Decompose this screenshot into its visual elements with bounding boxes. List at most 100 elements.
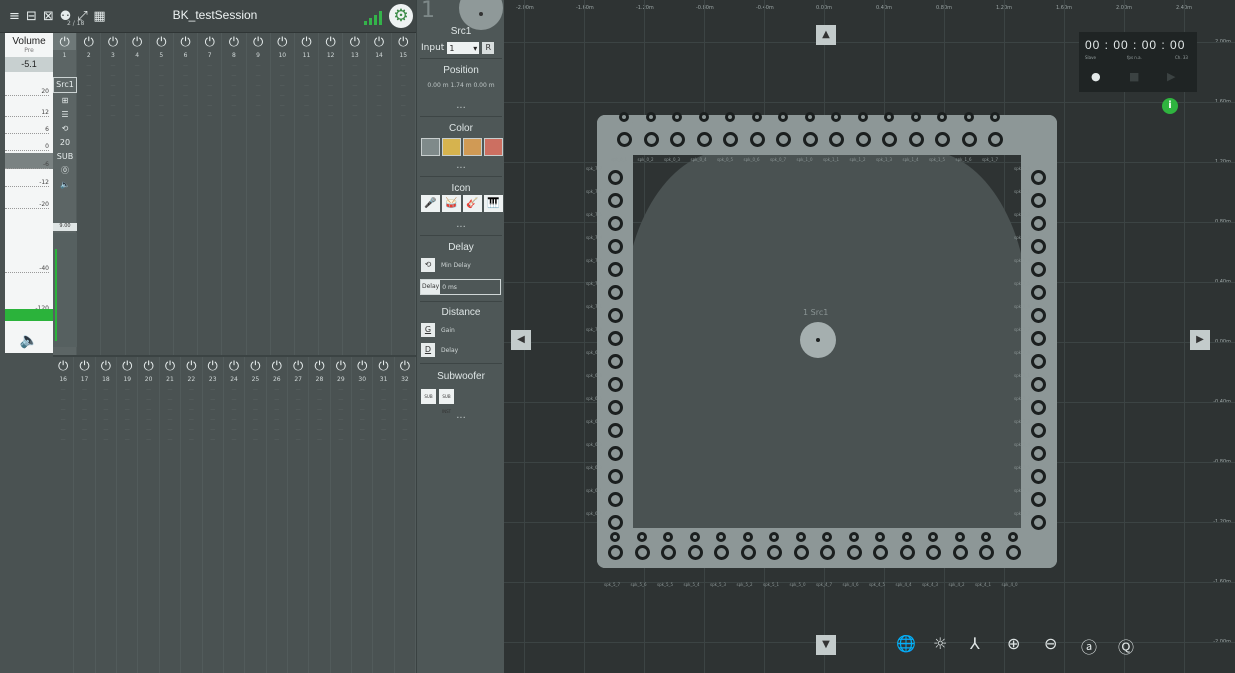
channel-strip[interactable]: ⏻ 22 — — — — — — [181,357,203,673]
speaker-icon[interactable] [990,112,1000,122]
channel-strip[interactable]: ⏻ 3 — — — — — — [101,33,126,355]
speaker-icon[interactable] [855,132,871,147]
color-swatch-grey[interactable] [421,138,440,156]
brightness-icon[interactable]: ☼ [933,634,947,653]
axes-icon[interactable]: ⅄ [970,634,980,653]
speaker-icon[interactable] [1031,423,1046,438]
speaker-icon[interactable] [714,545,729,560]
input-r-button[interactable]: R [482,42,495,54]
power-icon[interactable]: ⏻ [203,357,223,374]
power-icon[interactable]: ⏻ [222,33,245,50]
speaker-icon[interactable] [608,446,623,461]
speaker-icon[interactable] [608,423,623,438]
speaker-icon[interactable] [723,132,738,147]
power-icon[interactable]: ⏻ [150,33,173,50]
speaker-icon[interactable] [634,545,650,560]
speaker-icon[interactable] [608,545,623,560]
power-icon[interactable]: ⏻ [271,33,294,50]
speaker-icon[interactable] [820,545,835,560]
delay-distance-button[interactable]: D [421,343,435,357]
mute-speaker-icon[interactable]: 🔈 [5,328,53,352]
power-icon[interactable]: ⏻ [247,33,270,50]
speaker-icon[interactable] [1031,285,1046,300]
speaker-icon[interactable] [804,112,815,122]
power-icon[interactable]: ⏻ [367,33,390,50]
channel-strip[interactable]: ⏻ 29 — — — — — — [331,357,353,673]
volume-level-bar[interactable] [5,309,53,321]
power-icon[interactable]: ⏻ [126,33,149,50]
speaker-icon[interactable] [979,545,994,560]
channel-strip[interactable]: ⏻ 4 — — — — — — [126,33,150,355]
power-icon[interactable]: ⏻ [198,33,221,50]
guitar-icon[interactable]: 🎸 [463,195,482,212]
scroll-left-button[interactable]: ◀ [511,330,531,350]
color-swatch-yellow[interactable] [442,138,461,156]
zoom-fit-icon[interactable]: Ⓠ [1118,634,1134,658]
input-select[interactable]: 1 ▾ [447,42,480,54]
save-icon[interactable]: ⊟ [23,9,40,24]
channel-strip[interactable]: ⏻ 20 — — — — — — [138,357,160,673]
channel-strip[interactable]: ⏻ 19 — — — — — — [117,357,139,673]
speaker-icon[interactable] [901,532,912,542]
speaker-icon[interactable] [740,545,756,560]
channel-strip[interactable]: ⏻ 5 — — — — — — [150,33,174,355]
zoom-out-icon[interactable]: ⊖ [1044,634,1057,653]
channel-strip[interactable]: ⏻ 8 — — — — — — [222,33,247,355]
speaker-icon[interactable] [795,532,806,542]
speaker-icon[interactable] [749,132,765,147]
channel-strip[interactable]: ⏻ 26 — — — — — — [267,357,288,673]
speaker-icon[interactable] [1031,216,1046,231]
color-swatch-red[interactable] [484,138,503,156]
speaker-icon[interactable] [1031,400,1046,415]
power-icon[interactable]: ⏻ [352,357,372,374]
history-icon[interactable]: ⟲ [62,123,69,135]
channel-strip[interactable]: ⏻ 14 — — — — — — [367,33,392,355]
channel-strip[interactable]: ⏻ 27 — — — — — — [288,357,310,673]
speaker-icon[interactable] [643,132,659,147]
lock-icon[interactable]: ⊞ [62,95,69,107]
info-icon[interactable]: i [1162,98,1178,114]
speaker-icon[interactable] [716,532,726,542]
speaker-icon[interactable] [672,112,682,122]
power-icon[interactable]: ⏻ [160,357,180,374]
position-more[interactable]: ... [417,100,505,111]
speaker-icon[interactable] [689,532,700,542]
power-icon[interactable]: ⏻ [319,33,342,50]
speaker-icon[interactable] [1031,170,1046,185]
speaker-icon[interactable] [882,132,897,147]
speaker-icon[interactable] [608,331,623,346]
power-icon[interactable]: ⏻ [77,33,100,50]
channel-strip[interactable]: ⏻ 31 — — — — — — [373,357,395,673]
filter-icon[interactable]: ☰ [61,109,68,121]
speaker-icon[interactable] [961,132,977,147]
channel-strip[interactable]: ⏻ 25 — — — — — — [245,357,267,673]
settings-gear-icon[interactable]: ⚙ [389,4,413,28]
channel-strip[interactable]: ⏻ 10 — — — — — — [271,33,295,355]
speaker-icon[interactable] [608,354,623,369]
speaker-icon[interactable] [778,112,788,122]
power-icon[interactable]: ⏻ [53,33,77,50]
power-icon[interactable]: ⏻ [101,33,124,50]
speaker-icon[interactable] [608,170,623,185]
mic-icon[interactable]: 🎤 [421,195,440,212]
channel-strip[interactable]: ⏻ 12 — — — — — — [319,33,344,355]
power-icon[interactable]: ⏻ [395,357,415,374]
speaker-icon[interactable] [846,545,862,560]
power-icon[interactable]: ⏻ [288,357,308,374]
speaker-icon[interactable] [981,532,991,542]
channel-source-label[interactable]: Src1 [53,77,77,93]
channel-strip[interactable]: ⏻ 23 — — — — — — [203,357,224,673]
speaker-icon[interactable] [822,532,832,542]
speaker-icon[interactable] [742,532,753,542]
speaker-icon[interactable] [1031,239,1046,254]
speaker-icon[interactable] [963,112,974,122]
speaker-icon[interactable] [769,532,779,542]
power-icon[interactable]: ⏻ [309,357,329,374]
color-more[interactable]: ... [417,160,505,171]
power-icon[interactable]: ⏻ [53,357,73,374]
position-value[interactable]: 0.00 m 1.74 m 0.00 m [417,82,505,89]
speaker-icon[interactable] [608,492,623,507]
speaker-icon[interactable] [873,545,888,560]
play-icon[interactable]: ▶ [1167,70,1175,83]
channel-strip[interactable]: ⏻ 17 — — — — — — [74,357,96,673]
